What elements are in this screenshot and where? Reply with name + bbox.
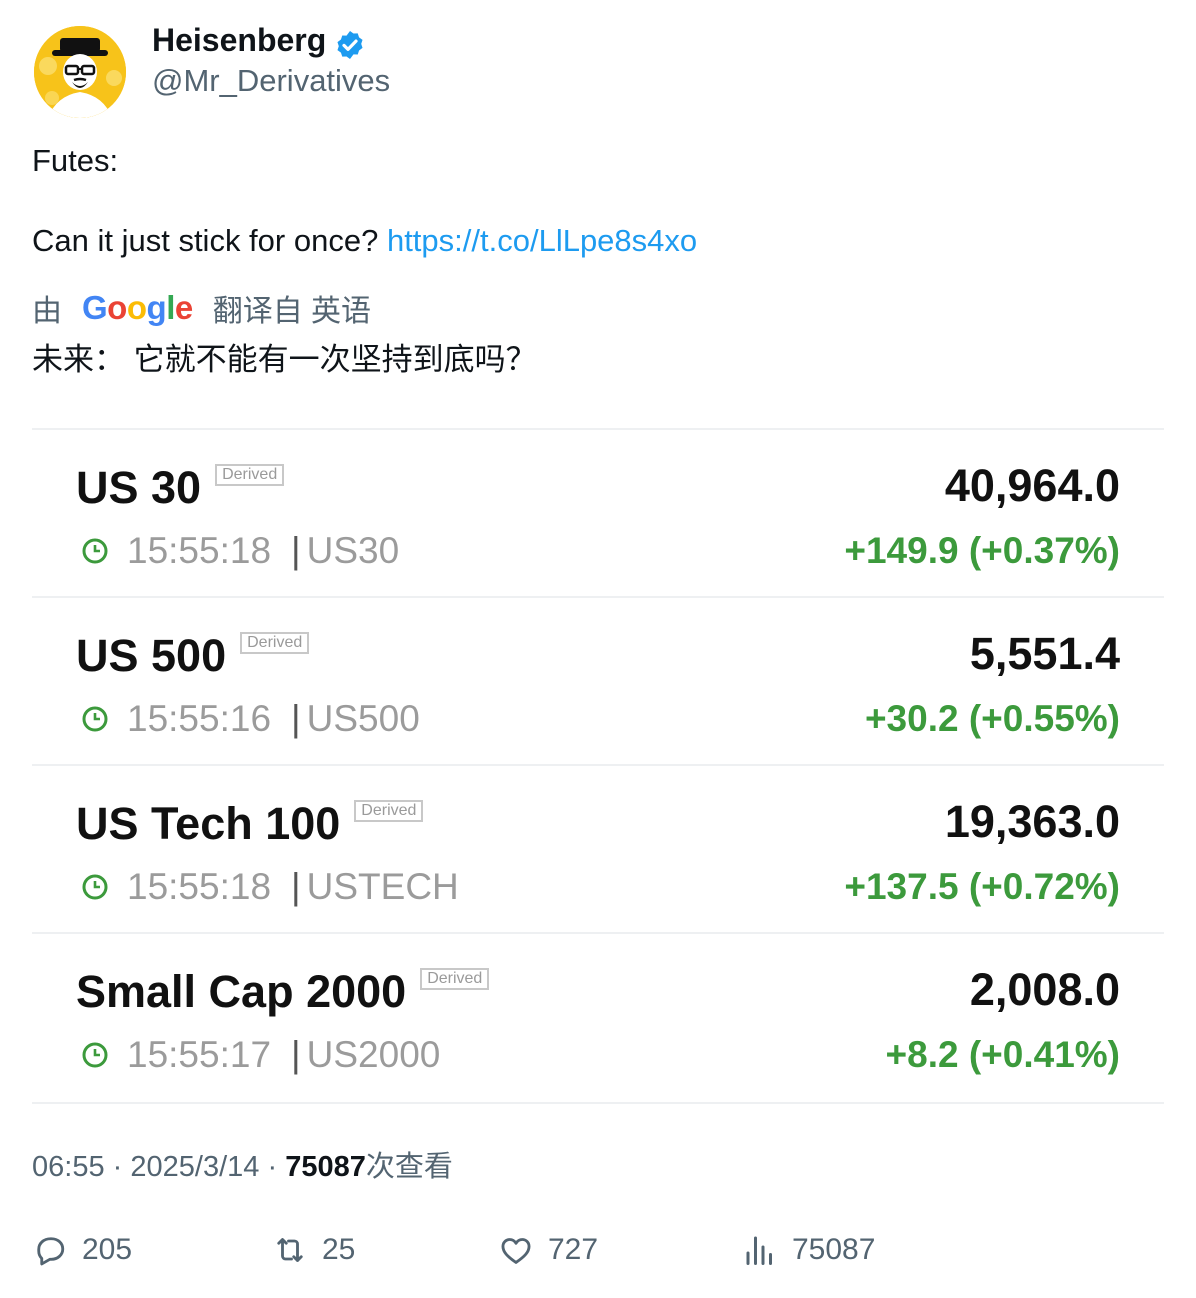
instrument-name: US 30 Derived [76, 462, 285, 514]
view-count-label: 次查看 [365, 1151, 453, 1183]
google-logo: Google [82, 289, 193, 326]
quote-timestamp: 15:55:16 [127, 698, 272, 739]
quote-time: 15:55:18 | USTECH [127, 866, 459, 907]
translation-suffix: 翻译自 英语 [212, 295, 372, 328]
clock-icon [82, 874, 108, 900]
clock-icon [82, 538, 108, 564]
translation-attribution[interactable]: 由 Google 翻译自 英语 [32, 286, 371, 330]
tweet-time[interactable]: 06:55 [32, 1151, 105, 1183]
tweet-date[interactable]: 2025/3/14 [130, 1151, 259, 1183]
reply-button[interactable]: 205 [32, 1230, 132, 1270]
quote-change: +137.5 (+0.72%) [844, 866, 1120, 907]
clock-icon [82, 1042, 108, 1068]
instrument-name-text: US 30 [76, 462, 202, 513]
reply-icon [37, 1237, 65, 1266]
quote-timestamp: 15:55:17 [127, 1034, 272, 1075]
meta-dot: · [112, 1151, 123, 1183]
quote-row: US 30 Derived 15:55:18 | US30 40,964.0 +14… [32, 428, 1164, 598]
quote-row: US Tech 100 Derived 15:55:18 | USTECH 19,3… [32, 764, 1164, 934]
instrument-name: US 500 Derived [76, 630, 310, 682]
analytics-icon [746, 1236, 772, 1265]
quote-symbol: US30 [306, 530, 400, 571]
quote-price: 5,551.4 [969, 628, 1120, 679]
tweet-meta: 06:55 · 2025/3/14 · 75087次查看 [32, 1143, 453, 1185]
view-count: 75087 [285, 1151, 366, 1183]
reply-count: 205 [82, 1233, 133, 1266]
quote-change: +30.2 (+0.55%) [864, 698, 1120, 739]
quote-timestamp: 15:55:18 [127, 866, 272, 907]
quote-price: 40,964.0 [944, 460, 1120, 511]
quote-timestamp: 15:55:18 [127, 530, 272, 571]
verified-badge-icon [337, 31, 363, 59]
retweet-button[interactable]: 25 [272, 1230, 355, 1270]
like-button[interactable]: 727 [498, 1230, 598, 1270]
translated-text: 未来： 它就不能有一次坚持到底吗？ [32, 342, 537, 377]
quote-time: 15:55:16 | US500 [127, 698, 420, 739]
views-count: 75087 [792, 1233, 876, 1266]
quote-change: +149.9 (+0.37%) [844, 530, 1120, 571]
retweet-count: 25 [322, 1233, 356, 1266]
clock-icon [82, 706, 108, 732]
quote-symbol: US500 [306, 698, 420, 739]
tweet-text-line-1: Futes: [32, 143, 119, 178]
instrument-name-text: US 500 [76, 630, 227, 681]
translation-prefix: 由 [32, 295, 62, 328]
quote-time: 15:55:17 | US2000 [127, 1034, 441, 1075]
quote-row: US 500 Derived 15:55:16 | US500 5,551.4 +3… [32, 596, 1164, 766]
quote-price: 19,363.0 [944, 796, 1120, 847]
tweet-text: Can it just stick for once? [32, 223, 379, 258]
meta-dot: · [267, 1151, 278, 1183]
avatar[interactable] [34, 26, 126, 118]
quote-change: +8.2 (+0.41%) [885, 1034, 1120, 1075]
display-name[interactable]: Heisenberg [152, 22, 326, 59]
quote-price: 2,008.0 [969, 964, 1120, 1015]
quote-symbol: USTECH [306, 866, 459, 907]
derived-badge: Derived [240, 632, 310, 654]
tweet-link[interactable]: https://t.co/LlLpe8s4xo [387, 223, 697, 258]
heart-icon [501, 1238, 531, 1264]
views-button[interactable]: 75087 [742, 1230, 875, 1270]
derived-badge: Derived [215, 464, 285, 486]
derived-badge: Derived [420, 968, 490, 990]
quote-time: 15:55:18 | US30 [127, 530, 400, 571]
tweet-text-line-2: Can it just stick for once? https://t.co… [32, 223, 697, 259]
instrument-name: Small Cap 2000 Derived [76, 966, 490, 1018]
heisenberg-avatar-icon [34, 26, 126, 118]
quote-symbol: US2000 [306, 1034, 441, 1075]
instrument-name: US Tech 100 Derived [76, 798, 424, 850]
tweet-media-image[interactable]: US 30 Derived 15:55:18 | US30 40,964.0 +14… [32, 428, 1164, 1104]
instrument-name-text: US Tech 100 [76, 798, 341, 849]
like-count: 727 [548, 1233, 599, 1266]
derived-badge: Derived [354, 800, 424, 822]
user-handle[interactable]: @Mr_Derivatives [152, 63, 390, 99]
retweet-icon [277, 1238, 303, 1262]
quote-row: Small Cap 2000 Derived 15:55:17 | US2000 2… [32, 932, 1164, 1104]
instrument-name-text: Small Cap 2000 [76, 966, 407, 1017]
